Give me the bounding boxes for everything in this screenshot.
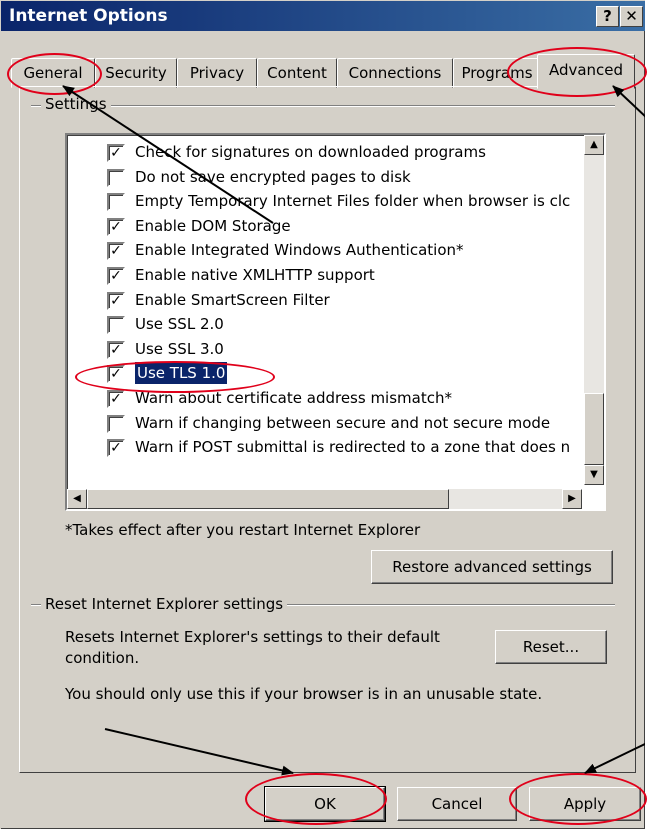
internet-options-dialog: Internet Options ? ✕ General Security Pr… bbox=[0, 0, 647, 829]
scroll-up-button[interactable]: ▲ bbox=[584, 135, 604, 155]
scroll-right-button[interactable]: ▶ bbox=[562, 489, 582, 509]
tab-advanced[interactable]: Advanced bbox=[537, 54, 635, 89]
ok-button[interactable]: OK bbox=[264, 786, 386, 822]
setting-label[interactable]: Enable SmartScreen Filter bbox=[135, 289, 330, 311]
setting-checkbox[interactable]: ✓ bbox=[107, 217, 125, 236]
tab-programs[interactable]: Programs bbox=[453, 58, 541, 88]
cancel-button[interactable]: Cancel bbox=[397, 787, 517, 821]
unusable-state-warning: You should only use this if your browser… bbox=[65, 685, 543, 703]
setting-label[interactable]: Warn if changing between secure and not … bbox=[135, 412, 550, 434]
setting-checkbox[interactable] bbox=[107, 316, 125, 335]
setting-checkbox[interactable]: ✓ bbox=[107, 365, 125, 384]
setting-label[interactable]: Check for signatures on downloaded progr… bbox=[135, 141, 486, 163]
setting-label[interactable]: Empty Temporary Internet Files folder wh… bbox=[135, 190, 570, 212]
settings-group-label: Settings bbox=[41, 95, 111, 113]
setting-label[interactable]: Warn about certificate address mismatch* bbox=[135, 387, 452, 409]
setting-checkbox[interactable]: ✓ bbox=[107, 439, 125, 458]
setting-checkbox[interactable] bbox=[107, 414, 125, 433]
setting-checkbox[interactable] bbox=[107, 193, 125, 212]
apply-button[interactable]: Apply bbox=[529, 787, 641, 821]
restore-advanced-settings-button[interactable]: Restore advanced settings bbox=[371, 550, 613, 584]
reset-button[interactable]: Reset... bbox=[495, 630, 607, 664]
settings-group-line bbox=[31, 105, 615, 107]
help-button[interactable]: ? bbox=[596, 6, 619, 27]
setting-label[interactable]: Enable Integrated Windows Authentication… bbox=[135, 239, 464, 261]
vertical-scrollbar[interactable]: ▲ ▼ bbox=[584, 135, 604, 485]
title-bar[interactable]: Internet Options ? ✕ bbox=[1, 1, 645, 31]
setting-checkbox[interactable] bbox=[107, 168, 125, 187]
horizontal-scroll-thumb[interactable] bbox=[87, 489, 449, 509]
vertical-scroll-thumb[interactable] bbox=[584, 393, 604, 465]
setting-checkbox[interactable]: ✓ bbox=[107, 144, 125, 162]
restart-note: *Takes effect after you restart Internet… bbox=[65, 521, 421, 539]
setting-checkbox[interactable]: ✓ bbox=[107, 267, 125, 285]
setting-checkbox[interactable]: ✓ bbox=[107, 390, 125, 408]
setting-label[interactable]: Do not save encrypted pages to disk bbox=[135, 166, 411, 188]
close-button[interactable]: ✕ bbox=[620, 6, 643, 27]
setting-label[interactable]: Use TLS 1.0 bbox=[133, 361, 229, 386]
setting-label[interactable]: Warn if POST submittal is redirected to … bbox=[135, 436, 570, 458]
setting-checkbox[interactable]: ✓ bbox=[107, 291, 125, 310]
scroll-down-button[interactable]: ▼ bbox=[584, 465, 604, 485]
scroll-left-button[interactable]: ◀ bbox=[67, 489, 87, 509]
settings-list[interactable]: ✓ Check for signatures on downloaded prog… bbox=[65, 133, 606, 511]
setting-label[interactable]: Enable DOM Storage bbox=[135, 215, 291, 237]
setting-checkbox[interactable]: ✓ bbox=[107, 242, 125, 261]
tab-privacy[interactable]: Privacy bbox=[177, 58, 257, 88]
setting-checkbox[interactable]: ✓ bbox=[107, 340, 125, 359]
tab-general[interactable]: General bbox=[11, 58, 95, 88]
tab-connections[interactable]: Connections bbox=[337, 58, 453, 88]
window-title: Internet Options bbox=[9, 6, 168, 26]
reset-description-line1: Resets Internet Explorer's settings to t… bbox=[65, 628, 440, 646]
setting-label[interactable]: Enable native XMLHTTP support bbox=[135, 264, 375, 286]
reset-description-line2: condition. bbox=[65, 649, 140, 667]
setting-label[interactable]: Use SSL 2.0 bbox=[135, 313, 224, 335]
setting-label[interactable]: Use SSL 3.0 bbox=[135, 338, 224, 360]
tab-content[interactable]: Content bbox=[257, 58, 337, 88]
reset-group-label: Reset Internet Explorer settings bbox=[41, 595, 288, 613]
tab-security[interactable]: Security bbox=[95, 58, 177, 88]
horizontal-scrollbar[interactable]: ◀ ▶ bbox=[67, 489, 582, 509]
